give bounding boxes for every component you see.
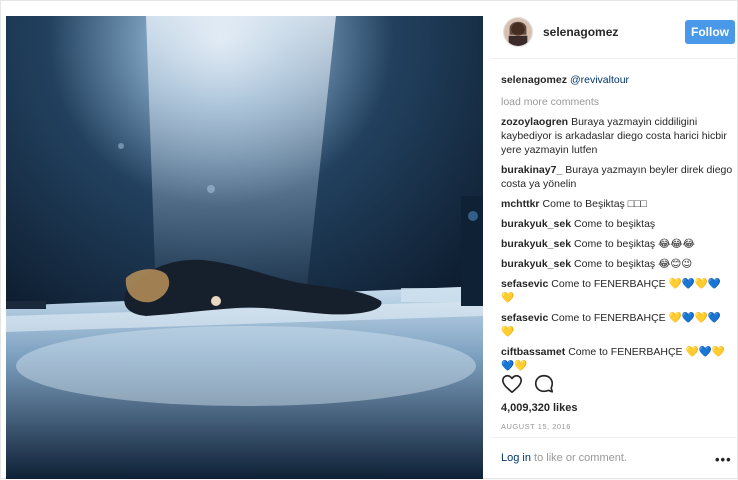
comment-username[interactable]: burakyuk_sek — [501, 258, 571, 270]
comment-username[interactable]: sefasevic — [501, 278, 548, 290]
comment-username[interactable]: mchttkr — [501, 198, 540, 210]
comment-item: mchttkr Come to Beşiktaş □□□ — [501, 197, 735, 211]
follow-button[interactable]: Follow — [685, 20, 735, 44]
comment-item: burakyuk_sek Come to beşiktaş 😂😂😂 — [501, 237, 735, 251]
comment-text: Come to Beşiktaş □□□ — [542, 198, 647, 210]
comment-username[interactable]: burakinay7_ — [501, 164, 562, 176]
concert-photo-image — [6, 16, 483, 479]
header-username[interactable]: selenagomez — [543, 25, 618, 39]
load-more-comments-link[interactable]: load more comments — [501, 95, 735, 109]
comment-username[interactable]: zozoylaogren — [501, 116, 568, 128]
comment-item: burakyuk_sek Come to beşiktaş 😂😊😉 — [501, 257, 735, 271]
comment-button[interactable] — [533, 373, 555, 395]
post-footer: Log in to like or comment. ••• — [491, 437, 738, 480]
comment-item: zozoylaogren Buraya yazmayin ciddiligini … — [501, 115, 735, 157]
ellipsis-icon[interactable]: ••• — [715, 452, 732, 467]
post-sidebar: selenagomez Follow selenagomez @revivalto… — [491, 1, 738, 480]
heart-outline-icon — [502, 374, 522, 394]
profile-picture-image — [504, 18, 532, 46]
login-link[interactable]: Log in — [501, 452, 531, 464]
post-header: selenagomez Follow — [491, 1, 738, 59]
caption-text[interactable]: @revivaltour — [570, 74, 629, 86]
comment-text: Come to beşiktaş 😂😊😉 — [574, 258, 693, 270]
comment-username[interactable]: burakyuk_sek — [501, 218, 571, 230]
caption-username[interactable]: selenagomez — [501, 74, 567, 86]
post-caption: selenagomez @revivaltour — [501, 73, 735, 87]
login-prompt-text: to like or comment. — [530, 452, 627, 464]
comment-item: burakinay7_ Buraya yazmayın beyler direk … — [501, 163, 735, 191]
comment-item: burakyuk_sek Come to beşiktaş — [501, 217, 735, 231]
avatar[interactable] — [503, 17, 533, 47]
comment-username[interactable]: sefasevic — [501, 312, 548, 324]
comment-bubble-icon — [534, 374, 554, 393]
login-prompt: Log in to like or comment. — [501, 452, 627, 464]
comment-item: sefasevic Come to FENERBAHÇE 💛💙💛💙 💛 — [501, 311, 735, 339]
post-date: AUGUST 15, 2016 — [501, 422, 571, 431]
comment-username[interactable]: ciftbassamet — [501, 346, 565, 358]
likes-count[interactable]: 4,009,320 likes — [501, 402, 577, 414]
post-photo[interactable] — [6, 16, 483, 479]
comment-text: Come to beşiktaş — [574, 218, 656, 230]
comment-text: Come to beşiktaş 😂😂😂 — [574, 238, 695, 250]
post-actions — [501, 373, 735, 395]
comment-item: ciftbassamet Come to FENERBAHÇE 💛💙💛 💙💛 — [501, 345, 735, 373]
comment-item: sefasevic Come to FENERBAHÇE 💛💙💛💙 💛 — [501, 277, 735, 305]
comment-username[interactable]: burakyuk_sek — [501, 238, 571, 250]
instagram-post: selenagomez Follow selenagomez @revivalto… — [0, 0, 738, 479]
comments-list: selenagomez @revivaltour load more commen… — [501, 73, 735, 379]
like-button[interactable] — [501, 373, 523, 395]
